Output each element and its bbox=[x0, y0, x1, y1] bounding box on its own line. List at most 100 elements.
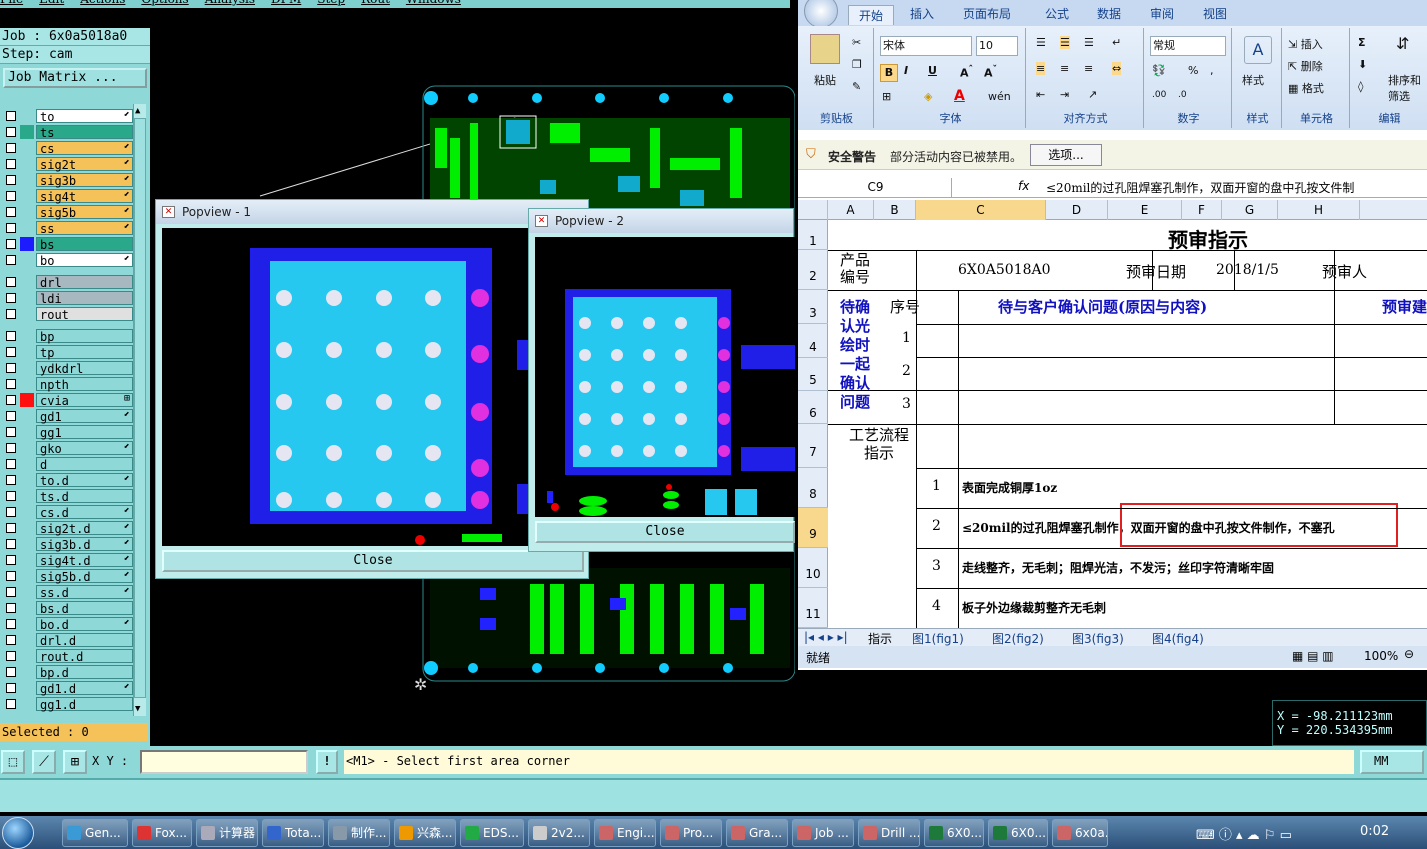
popview-1-titlebar[interactable]: ✕ Popview - 1 bbox=[156, 200, 588, 224]
taskbar-item[interactable]: Tota... bbox=[262, 819, 324, 847]
taskbar-item[interactable]: 制作... bbox=[328, 819, 390, 847]
layer-name[interactable]: bp bbox=[36, 329, 133, 344]
layer-color-swatch[interactable] bbox=[20, 473, 34, 487]
ribbon-tab[interactable]: 插入 bbox=[910, 5, 934, 22]
layer-color-swatch[interactable] bbox=[20, 125, 34, 139]
align-bottom-icon[interactable]: ☰ bbox=[1084, 36, 1094, 49]
layer-checkbox[interactable] bbox=[6, 475, 16, 485]
layer-checkbox[interactable] bbox=[6, 603, 16, 613]
layer-color-swatch[interactable] bbox=[20, 665, 34, 679]
orientation-icon[interactable]: ↗ bbox=[1088, 88, 1097, 101]
layer-row[interactable]: to ⬋ bbox=[3, 108, 133, 124]
layer-color-swatch[interactable] bbox=[20, 505, 34, 519]
underline-icon[interactable]: U bbox=[928, 64, 937, 77]
layer-color-swatch[interactable] bbox=[20, 189, 34, 203]
layer-row[interactable]: bo.d ⬋ bbox=[3, 616, 133, 632]
clock[interactable]: 0:02 bbox=[1360, 824, 1389, 839]
layer-name[interactable]: bp.d bbox=[36, 665, 133, 680]
layer-name[interactable]: sig5b.d bbox=[36, 569, 133, 584]
taskbar-item[interactable]: 6X0... bbox=[924, 819, 984, 847]
layer-row[interactable]: gko ⬋ bbox=[3, 440, 133, 456]
layer-checkbox[interactable] bbox=[6, 143, 16, 153]
percent-icon[interactable]: % bbox=[1188, 64, 1198, 77]
decrease-indent-icon[interactable]: ⇤ bbox=[1036, 88, 1045, 101]
layer-row[interactable]: sig2t ⬋ bbox=[3, 156, 133, 172]
insert-cells-button[interactable]: ⇲ 插入 bbox=[1288, 36, 1323, 52]
layer-checkbox[interactable] bbox=[6, 277, 16, 287]
layer-name[interactable]: gd1.d bbox=[36, 681, 133, 696]
wrap-text-icon[interactable]: ↵ bbox=[1112, 36, 1121, 49]
layer-name[interactable]: sig2t bbox=[36, 157, 133, 172]
popview-1-canvas[interactable] bbox=[162, 228, 586, 546]
layer-checkbox[interactable] bbox=[6, 363, 16, 373]
clear-icon[interactable]: ◊ bbox=[1358, 80, 1363, 93]
align-top-icon[interactable]: ☰ bbox=[1036, 36, 1046, 49]
layer-name[interactable]: ts.d bbox=[36, 489, 133, 504]
layer-checkbox[interactable] bbox=[6, 523, 16, 533]
layer-row[interactable]: to.d ⬋ bbox=[3, 472, 133, 488]
layer-checkbox[interactable] bbox=[6, 379, 16, 389]
sheet-tab[interactable]: 图1(fig1) bbox=[912, 630, 964, 647]
column-header[interactable]: B bbox=[874, 200, 916, 220]
layer-color-swatch[interactable] bbox=[20, 237, 34, 251]
menu-item[interactable]: Step bbox=[317, 0, 345, 6]
layer-name[interactable]: gko bbox=[36, 441, 133, 456]
layer-color-swatch[interactable] bbox=[20, 109, 34, 123]
ribbon-tab[interactable]: 视图 bbox=[1203, 5, 1227, 22]
popview-1-window[interactable]: ✕ Popview - 1 Close bbox=[155, 199, 589, 579]
popview-1-close-button[interactable]: Close bbox=[162, 550, 584, 572]
layer-name[interactable]: ss bbox=[36, 221, 133, 236]
layer-row[interactable]: ss ⬋ bbox=[3, 220, 133, 236]
taskbar-item[interactable]: Pro... bbox=[660, 819, 722, 847]
zoom-area-icon[interactable]: ⬚ bbox=[1, 750, 25, 774]
layer-row[interactable]: cs.d ⬋ bbox=[3, 504, 133, 520]
align-center-icon[interactable]: ≡ bbox=[1060, 62, 1069, 75]
layer-row[interactable]: bs.d bbox=[3, 600, 133, 616]
layer-color-swatch[interactable] bbox=[20, 221, 34, 235]
shrink-font-icon[interactable]: Aˇ bbox=[984, 64, 997, 80]
menu-item[interactable]: File bbox=[0, 0, 23, 6]
layer-checkbox[interactable] bbox=[6, 667, 16, 677]
taskbar-item[interactable]: 兴森... bbox=[394, 819, 456, 847]
tray-icons[interactable]: ⌨ ⓘ ▴ ☁ ⚐ ▭ bbox=[1196, 824, 1292, 843]
sheet-tab[interactable]: 图3(fig3) bbox=[1072, 630, 1124, 647]
layer-row[interactable]: gd1.d ⬋ bbox=[3, 680, 133, 696]
layer-checkbox[interactable] bbox=[6, 555, 16, 565]
layer-checkbox[interactable] bbox=[6, 427, 16, 437]
units-button[interactable]: MM bbox=[1360, 750, 1424, 774]
layer-row[interactable]: rout bbox=[3, 306, 133, 322]
layer-checkbox[interactable] bbox=[6, 571, 16, 581]
taskbar-item[interactable]: 计算器 bbox=[196, 819, 258, 847]
popview-2-canvas[interactable] bbox=[535, 237, 795, 517]
row-header[interactable]: 2 bbox=[798, 250, 828, 290]
layer-row[interactable]: gg1.d bbox=[3, 696, 133, 712]
delete-cells-button[interactable]: ⇱ 删除 bbox=[1288, 58, 1323, 74]
taskbar-item[interactable]: Drill ... bbox=[858, 819, 920, 847]
layer-color-swatch[interactable] bbox=[20, 361, 34, 375]
layer-color-swatch[interactable] bbox=[20, 329, 34, 343]
layer-row[interactable]: ydkdrl bbox=[3, 360, 133, 376]
border-icon[interactable]: ⊞ bbox=[882, 90, 891, 103]
layer-row[interactable]: sig5b.d ⬋ bbox=[3, 568, 133, 584]
layer-checkbox[interactable] bbox=[6, 635, 16, 645]
phonetic-icon[interactable]: wén bbox=[988, 90, 1011, 103]
taskbar-item[interactable]: 6x0a... bbox=[1052, 819, 1108, 847]
layer-checkbox[interactable] bbox=[6, 127, 16, 137]
layer-checkbox[interactable] bbox=[6, 239, 16, 249]
layer-color-swatch[interactable] bbox=[20, 553, 34, 567]
layer-row[interactable]: bs bbox=[3, 236, 133, 252]
currency-icon[interactable]: 💱 bbox=[1152, 64, 1166, 77]
layer-color-swatch[interactable] bbox=[20, 291, 34, 305]
number-format-select[interactable]: 常规 bbox=[1150, 36, 1226, 56]
layer-checkbox[interactable] bbox=[6, 411, 16, 421]
grow-font-icon[interactable]: Aˆ bbox=[960, 64, 973, 80]
font-size-select[interactable]: 10 bbox=[976, 36, 1018, 56]
name-box[interactable]: C9 bbox=[800, 178, 952, 197]
layer-name[interactable]: sig3b bbox=[36, 173, 133, 188]
menu-item[interactable]: Windows bbox=[406, 0, 461, 6]
layer-row[interactable]: gg1 bbox=[3, 424, 133, 440]
layer-color-swatch[interactable] bbox=[20, 441, 34, 455]
layer-row[interactable]: sig2t.d ⬋ bbox=[3, 520, 133, 536]
layer-name[interactable]: sig4t.d bbox=[36, 553, 133, 568]
layer-color-swatch[interactable] bbox=[20, 585, 34, 599]
